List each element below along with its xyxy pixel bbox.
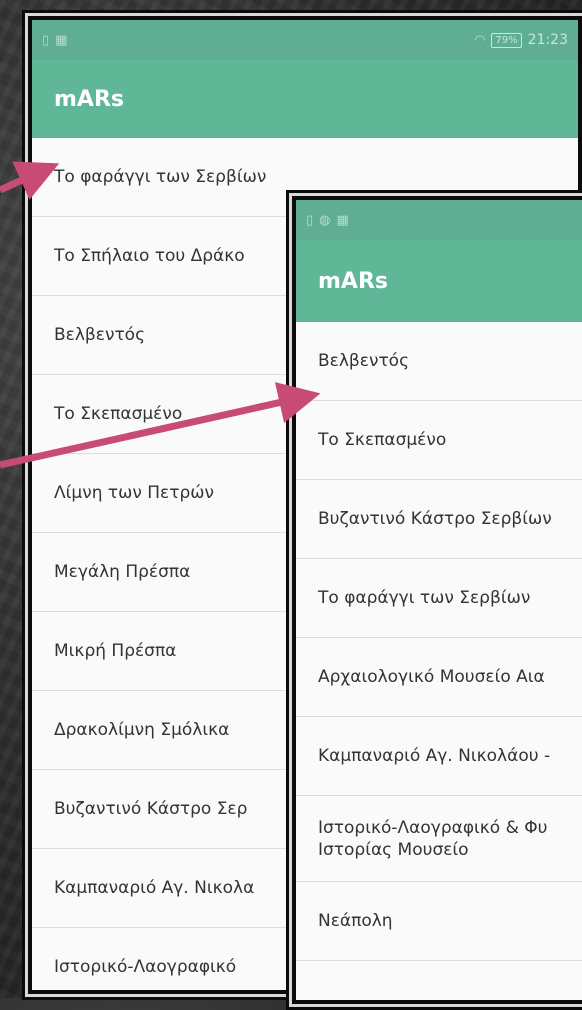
list-item[interactable]: Βελβεντός (296, 322, 582, 401)
map-icon: ▦ (55, 32, 68, 48)
place-list: Βελβεντός Το Σκεπασμένο Βυζαντινό Κάστρο… (296, 322, 582, 961)
app-bar: mARs (32, 60, 578, 138)
app-title: mARs (318, 268, 388, 294)
list-item[interactable]: Ιστορικό-Λαογραφικό & Φυ Ιστορίας Μουσεί… (296, 796, 582, 882)
app-bar: mARs (296, 240, 582, 322)
sim-icon: ▯ (42, 32, 50, 48)
list-item[interactable]: Καμπαναριό Αγ. Νικολάου - (296, 717, 582, 796)
clock: 21:23 (527, 32, 568, 48)
map-icon: ▦ (336, 212, 349, 228)
list-item[interactable]: Το φαράγγι των Σερβίων (296, 559, 582, 638)
list-item[interactable]: Νεάπολη (296, 882, 582, 961)
app-title: mARs (54, 86, 124, 112)
battery-indicator: 79% (491, 32, 522, 48)
sim-icon: ▯ (306, 212, 314, 228)
list-item[interactable]: Αρχαιολογικό Μουσείο Αια (296, 638, 582, 717)
globe-icon: ◍ (319, 212, 331, 228)
wifi-icon: ◠ (474, 32, 486, 48)
list-item[interactable]: Το Σκεπασμένο (296, 401, 582, 480)
phone-screen-b: ▯ ◍ ▦ mARs Βελβεντός Το Σκεπασμένο Βυζαν… (286, 190, 582, 1010)
status-bar: ▯ ▦ ◠ 79% 21:23 (32, 20, 578, 60)
list-item[interactable]: Βυζαντινό Κάστρο Σερβίων (296, 480, 582, 559)
status-bar: ▯ ◍ ▦ (296, 200, 582, 240)
